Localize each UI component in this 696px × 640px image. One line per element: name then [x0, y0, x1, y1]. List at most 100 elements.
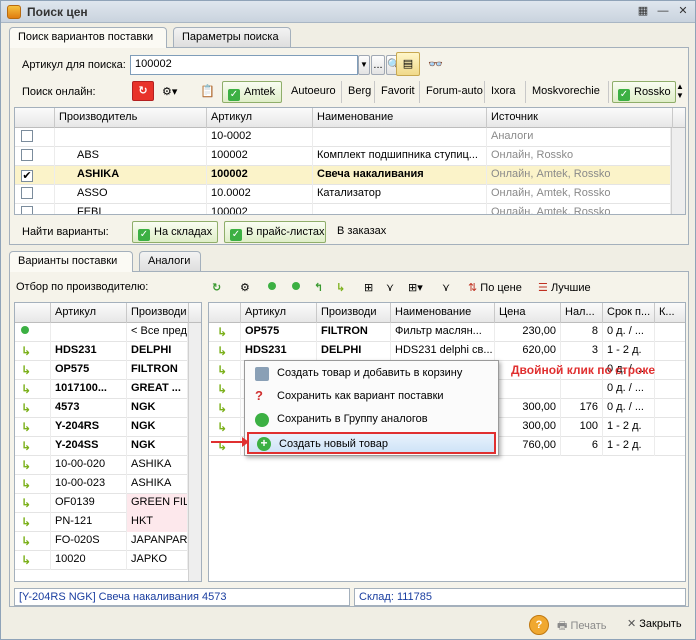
- arrow-icon: ↳: [21, 496, 32, 510]
- list-item[interactable]: ↳ OF0139 GREEN FIL: [15, 494, 188, 513]
- list-item[interactable]: ↳ HDS231 DELPHI: [15, 342, 188, 361]
- find-in-orders-toggle[interactable]: В заказах: [332, 221, 392, 243]
- col-name[interactable]: Наименование: [313, 108, 487, 128]
- filter-icon[interactable]: ⊞: [362, 278, 375, 298]
- list-item[interactable]: ↳ PN-121 HKT: [15, 513, 188, 532]
- arrow-up-icon[interactable]: ↰: [312, 278, 325, 298]
- filter-grid-scrollbar[interactable]: [188, 323, 201, 581]
- ellipsis-button[interactable]: ...: [371, 55, 385, 75]
- checkbox[interactable]: [21, 206, 33, 214]
- col-check[interactable]: [15, 108, 55, 128]
- close-icon[interactable]: ✕: [674, 4, 692, 20]
- cell-manufacturer: [55, 128, 207, 147]
- table-row[interactable]: ↳ OP575 FILTRON Фильтр маслян... 230,00 8 0 д.…: [209, 323, 685, 342]
- col-variant-name[interactable]: Наименование: [391, 303, 495, 323]
- arrow-icon: ↳: [21, 515, 32, 529]
- list-item[interactable]: ↳ 1017100... GREAT ...: [15, 380, 188, 399]
- tab-search-params[interactable]: Параметры поиска: [173, 27, 291, 47]
- row-checkbox[interactable]: [15, 147, 55, 166]
- arrow-icon[interactable]: ↳: [334, 278, 347, 298]
- refresh-icon[interactable]: ↻: [210, 278, 223, 298]
- supplier-berg[interactable]: Berg: [343, 81, 375, 103]
- checkbox[interactable]: ✔: [21, 170, 33, 182]
- supplier-rossko[interactable]: ✓ Rossko: [612, 81, 676, 103]
- col-filter-maker[interactable]: Производи: [127, 303, 189, 323]
- cell-source: Онлайн, Rossko: [487, 147, 671, 166]
- filter-apply-icon[interactable]: ⋎: [384, 278, 396, 298]
- table-row[interactable]: ASSO 10.0002 Катализатор Онлайн, Amtek, Ros…: [15, 185, 671, 204]
- menu-create-new-product[interactable]: + Создать новый товар: [247, 432, 496, 454]
- table-row[interactable]: FEBI 100002 Онлайн, Amtek, Rossko: [15, 204, 671, 214]
- table-row[interactable]: ↳ HDS231 DELPHI HDS231 delphi св... 620,00 3 1…: [209, 342, 685, 361]
- clear-filter-icon[interactable]: ⋎: [440, 278, 452, 298]
- list-item[interactable]: ↳ FO-020S JAPANPAR: [15, 532, 188, 551]
- list-item[interactable]: ↳ OP575 FILTRON: [15, 361, 188, 380]
- list-item[interactable]: ↳ 10020 JAPKO: [15, 551, 188, 570]
- find-in-stock-toggle[interactable]: ✓ На складах: [132, 221, 218, 243]
- print-button[interactable]: 🖶 Печать: [557, 617, 607, 636]
- checkbox[interactable]: [21, 130, 33, 142]
- more-suppliers-icon[interactable]: ▲ ▼: [676, 82, 684, 100]
- supplier-forum-auto[interactable]: Forum-auto: [421, 81, 485, 103]
- list-item[interactable]: ↳ 4573 NGK: [15, 399, 188, 418]
- list-item[interactable]: ↳ Y-204SS NGK: [15, 437, 188, 456]
- stack-icon[interactable]: ▤: [396, 52, 420, 76]
- col-variant-k[interactable]: К...: [655, 303, 685, 323]
- col-variant-article[interactable]: Артикул: [241, 303, 317, 323]
- table-row[interactable]: ABS 100002 Комплект подшипника ступиц... Он…: [15, 147, 671, 166]
- filter-dropdown-icon[interactable]: ⊞▾: [406, 278, 425, 298]
- list-item[interactable]: ↳ 10-00-020 ASHIKA: [15, 456, 188, 475]
- list-item[interactable]: ↳ 10-00-023 ASHIKA: [15, 475, 188, 494]
- col-variant-term[interactable]: Срок п...: [603, 303, 655, 323]
- settings-icon[interactable]: ⚙▾: [162, 85, 177, 98]
- tab-supply-variants[interactable]: Варианты поставки: [9, 251, 133, 272]
- manufacturer-grid-scrollbar[interactable]: [671, 128, 685, 214]
- green-dot-icon-2[interactable]: [290, 278, 302, 298]
- menu-save-as-variant[interactable]: ? Сохранить как вариант поставки: [247, 386, 496, 408]
- clipboard-icon[interactable]: 📋: [200, 84, 215, 98]
- supplier-ixora[interactable]: Ixora: [486, 81, 526, 103]
- settings-icon[interactable]: ⚙: [238, 278, 252, 298]
- col-variant-icon[interactable]: [209, 303, 241, 323]
- annotation-double-click: Двойной клик по строке: [511, 363, 656, 377]
- col-variant-price[interactable]: Цена: [495, 303, 561, 323]
- green-dot-icon[interactable]: [266, 278, 278, 298]
- cell-maker: ASHIKA: [127, 456, 188, 475]
- col-article[interactable]: Артикул: [207, 108, 313, 128]
- row-checkbox[interactable]: [15, 185, 55, 204]
- tab-analogs[interactable]: Аналоги: [139, 251, 201, 271]
- col-manufacturer[interactable]: Производитель: [55, 108, 207, 128]
- best-button[interactable]: ☰ Лучшие: [536, 278, 593, 298]
- checkbox[interactable]: [21, 187, 33, 199]
- list-item[interactable]: < Все пред: [15, 323, 188, 342]
- row-checkbox[interactable]: [15, 128, 55, 147]
- menu-create-add-to-cart[interactable]: Создать товар и добавить в корзину: [247, 363, 496, 385]
- close-button[interactable]: ✕ Закрыть: [627, 617, 682, 630]
- binoculars-icon[interactable]: 👓: [428, 57, 443, 71]
- menu-icon[interactable]: ▦: [634, 4, 652, 20]
- sort-by-price-button[interactable]: ⇅ По цене: [466, 278, 524, 298]
- supplier-autoeuro[interactable]: Autoeuro: [286, 81, 342, 103]
- list-item[interactable]: ↳ Y-204RS NGK: [15, 418, 188, 437]
- table-row[interactable]: 10-0002 Аналоги: [15, 128, 671, 147]
- checkbox[interactable]: [21, 149, 33, 161]
- supplier-moskvorechie[interactable]: Moskvorechie: [527, 81, 609, 103]
- dropdown-icon[interactable]: ▼: [358, 55, 370, 75]
- col-source[interactable]: Источник: [487, 108, 673, 128]
- col-filter-article[interactable]: Артикул: [51, 303, 127, 323]
- menu-save-to-analog-group[interactable]: Сохранить в Группу аналогов: [247, 409, 496, 431]
- col-variant-maker[interactable]: Производи: [317, 303, 391, 323]
- supplier-favorit[interactable]: Favorit: [376, 81, 420, 103]
- col-icon[interactable]: [15, 303, 51, 323]
- help-icon[interactable]: ?: [529, 615, 549, 635]
- col-variant-qty[interactable]: Нал...: [561, 303, 603, 323]
- supplier-amtek[interactable]: ✓ Amtek: [222, 81, 282, 103]
- tab-supply-search[interactable]: Поиск вариантов поставки: [9, 27, 167, 48]
- row-checkbox[interactable]: [15, 204, 55, 214]
- table-row[interactable]: ✔ ASHIKA 100002 Свеча накаливания Онлайн, Am…: [15, 166, 671, 185]
- article-search-input[interactable]: 100002: [130, 55, 358, 75]
- minimize-icon[interactable]: —: [654, 4, 672, 20]
- find-in-pricelists-toggle[interactable]: ✓ В прайс-листах: [224, 221, 326, 243]
- refresh-online-icon[interactable]: ↻: [132, 81, 154, 101]
- row-checkbox[interactable]: ✔: [15, 166, 55, 185]
